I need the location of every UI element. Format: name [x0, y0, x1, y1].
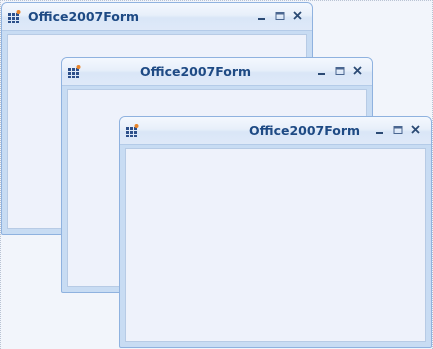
form-1-title: Office2007Form: [28, 9, 140, 24]
minimize-icon[interactable]: [372, 123, 388, 137]
form-2-titlebar[interactable]: Office2007Form: [62, 58, 372, 86]
close-icon[interactable]: [350, 64, 366, 78]
office2007-form-3[interactable]: Office2007Form: [119, 116, 432, 348]
app-grid-icon: [8, 10, 21, 23]
maximize-icon[interactable]: [332, 64, 348, 78]
minimize-icon[interactable]: [254, 9, 270, 23]
app-grid-icon: [126, 124, 139, 137]
close-icon[interactable]: [408, 123, 424, 137]
close-icon[interactable]: [290, 9, 306, 23]
app-grid-icon: [68, 65, 81, 78]
form-3-title: Office2007Form: [249, 123, 361, 138]
form-1-titlebar[interactable]: Office2007Form: [2, 3, 312, 31]
form-3-client-area[interactable]: [125, 148, 426, 342]
canvas-top-edge: [0, 0, 433, 1]
minimize-icon[interactable]: [314, 64, 330, 78]
maximize-icon[interactable]: [272, 9, 288, 23]
maximize-icon[interactable]: [390, 123, 406, 137]
form-2-title: Office2007Form: [140, 64, 252, 79]
form-3-titlebar[interactable]: Office2007Form: [120, 117, 431, 145]
